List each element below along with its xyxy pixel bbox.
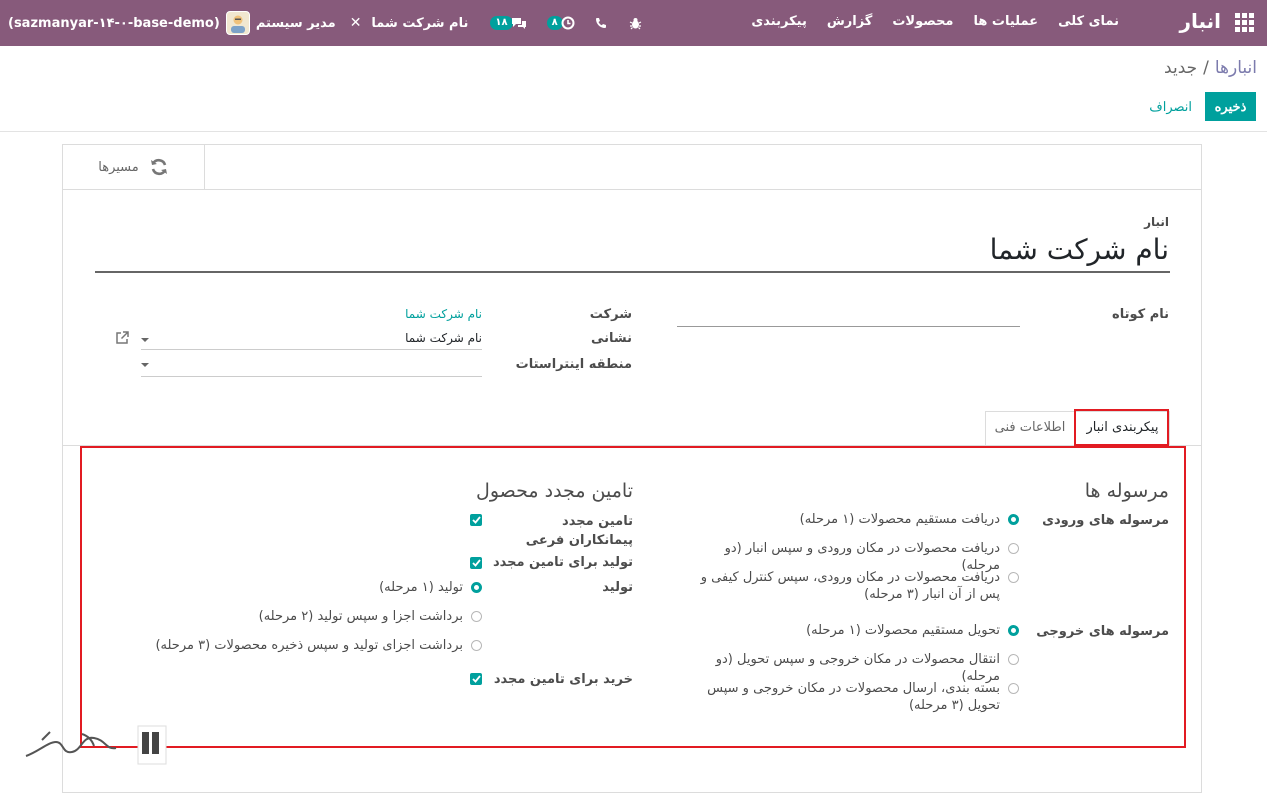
user-name: مدیر سیستم xyxy=(255,15,336,31)
apps-menu-icon[interactable] xyxy=(1233,11,1255,33)
phone-icon xyxy=(595,18,606,28)
bug-icon xyxy=(629,17,641,29)
short-name-input[interactable] xyxy=(677,326,1020,327)
incoming-option-1[interactable]: دریافت مستقیم محصولات (۱ مرحله) xyxy=(689,511,1019,528)
buy-resupply-checkbox[interactable] xyxy=(470,673,482,685)
breadcrumb-warehouses[interactable]: انبارها xyxy=(1215,58,1257,78)
control-panel-divider xyxy=(0,131,1267,132)
title-underline xyxy=(95,271,1170,273)
refresh-icon xyxy=(150,158,167,176)
menu-reporting[interactable]: گزارش xyxy=(827,14,873,29)
shipments-title: مرسوله ها xyxy=(1084,480,1169,502)
resupply-title: تامین مجدد محصول xyxy=(476,480,633,502)
address-dropdown-caret[interactable] xyxy=(141,338,149,342)
menu-operations[interactable]: عملیات ها xyxy=(973,14,1038,29)
company-link[interactable]: نام شرکت شما xyxy=(405,307,482,321)
activities-menu[interactable]: ۸ xyxy=(546,16,575,30)
subcontract-checkbox[interactable] xyxy=(470,514,482,526)
manufacture-resupply-label: تولید برای تامین مجدد xyxy=(492,555,633,570)
external-link-icon[interactable] xyxy=(115,331,129,345)
outgoing-shipments-label: مرسوله های خروجی xyxy=(1036,624,1169,639)
close-icon: ✕ xyxy=(349,15,362,31)
highlight-content-box xyxy=(80,446,1186,748)
avatar xyxy=(225,11,250,35)
manufacture-option-2[interactable]: برداشت اجزا و سپس تولید (۲ مرحله) xyxy=(142,608,482,625)
debug-button[interactable] xyxy=(629,17,642,30)
messaging-menu[interactable]: ۱۸ xyxy=(490,16,526,30)
outgoing-option-1[interactable]: تحویل مستقیم محصولات (۱ مرحله) xyxy=(689,622,1019,639)
chat-icon xyxy=(511,18,526,29)
menu-products[interactable]: محصولات xyxy=(892,14,953,29)
short-name-label: نام کوتاه xyxy=(1112,307,1169,322)
company-switcher[interactable]: ✕ نام شرکت شما xyxy=(350,15,469,31)
radio-unselected[interactable] xyxy=(1008,654,1019,665)
app-brand[interactable]: انبار xyxy=(1179,9,1221,33)
menu-overview[interactable]: نمای کلی xyxy=(1058,14,1119,29)
company-label: شرکت xyxy=(589,307,632,322)
radio-selected[interactable] xyxy=(471,582,482,593)
buy-resupply-label: خرید برای تامین مجدد xyxy=(493,672,633,687)
subcontract-resupply-label: تامین مجدد پیمانکاران فرعی xyxy=(525,514,633,548)
address-label: نشانی xyxy=(590,331,632,346)
watermark-logo xyxy=(25,725,167,765)
messages-badge: ۱۸ xyxy=(490,16,513,30)
warehouse-name-input[interactable]: نام شرکت شما xyxy=(990,233,1169,266)
breadcrumb: انبارها / جدید xyxy=(1164,58,1257,78)
database-name: (sazmanyar-۱۴-۰-base-demo) xyxy=(8,15,220,31)
manufacture-resupply-checkbox[interactable] xyxy=(470,557,482,569)
company-name: نام شرکت شما xyxy=(371,15,469,31)
warehouse-label: انبار xyxy=(1144,215,1169,229)
radio-unselected[interactable] xyxy=(471,611,482,622)
breadcrumb-current: جدید xyxy=(1164,58,1198,78)
main-menu: نمای کلی عملیات ها محصولات گزارش پیکربند… xyxy=(751,14,1119,29)
systray: (sazmanyar-۱۴-۰-base-demo) مدیر سیستم ✕ … xyxy=(8,9,642,37)
menu-configuration[interactable]: پیکربندی xyxy=(751,14,806,29)
button-box: مسیرها xyxy=(63,145,1201,190)
address-input[interactable] xyxy=(141,349,482,350)
phone-button[interactable] xyxy=(595,17,607,29)
radio-unselected[interactable] xyxy=(471,640,482,651)
radio-unselected[interactable] xyxy=(1008,572,1019,583)
outgoing-option-3[interactable]: بسته بندی، ارسال محصولات در مکان خروجی و… xyxy=(689,680,1019,714)
discard-button[interactable]: انصراف xyxy=(1149,92,1192,121)
routes-label: مسیرها xyxy=(98,159,139,175)
routes-stat-button[interactable]: مسیرها xyxy=(63,145,205,189)
save-button[interactable]: ذخیره xyxy=(1205,92,1256,121)
top-navbar: انبار نمای کلی عملیات ها محصولات گزارش پ… xyxy=(0,0,1267,46)
manufacture-label: تولید xyxy=(602,580,633,595)
breadcrumb-separator: / xyxy=(1203,58,1209,78)
radio-unselected[interactable] xyxy=(1008,683,1019,694)
radio-selected[interactable] xyxy=(1008,625,1019,636)
intrastat-region-label: منطقه اینتراستات xyxy=(515,357,632,372)
clock-icon xyxy=(561,16,575,30)
manufacture-option-1[interactable]: تولید (۱ مرحله) xyxy=(142,579,482,596)
radio-unselected[interactable] xyxy=(1008,543,1019,554)
manufacture-option-3[interactable]: برداشت اجزای تولید و سپس ذخیره محصولات (… xyxy=(142,637,482,654)
address-value: نام شرکت شما xyxy=(405,331,482,345)
user-menu[interactable]: (sazmanyar-۱۴-۰-base-demo) مدیر سیستم xyxy=(8,11,336,35)
highlight-tab-box xyxy=(1074,409,1169,446)
tab-technical-info[interactable]: اطلاعات فنی xyxy=(985,411,1075,445)
radio-selected[interactable] xyxy=(1008,514,1019,525)
intrastat-region-input[interactable] xyxy=(141,376,482,377)
incoming-shipments-label: مرسوله های ورودی xyxy=(1042,513,1169,528)
incoming-option-3[interactable]: دریافت محصولات در مکان ورودی، سپس کنترل … xyxy=(689,569,1019,603)
region-dropdown-caret[interactable] xyxy=(141,363,149,367)
